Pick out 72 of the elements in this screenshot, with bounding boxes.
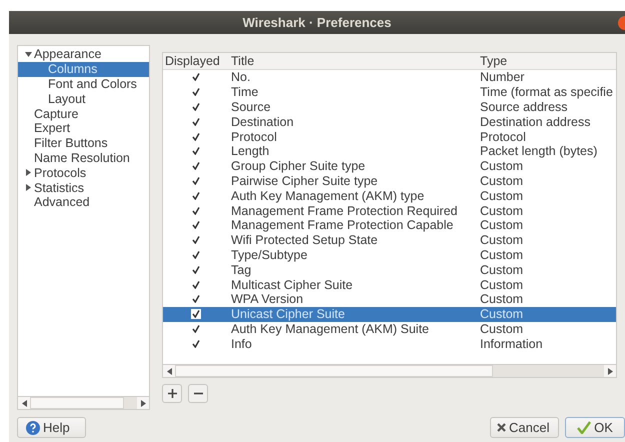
table-cell-text: Info — [230, 336, 253, 351]
tree-item[interactable]: Capture — [34, 106, 80, 121]
help-icon — [26, 420, 40, 434]
table-cell-text: Group Cipher Suite type — [230, 159, 366, 174]
help-button[interactable]: Help — [17, 417, 86, 438]
table-cell-text: Management Frame Protection Required — [230, 204, 459, 218]
table-cell-text: Unicast Cipher Suite — [230, 307, 346, 322]
table-cell-text: Source — [230, 100, 272, 114]
table-cell-text: Management Frame Protection Capable — [230, 218, 454, 232]
remove-button[interactable] — [188, 384, 208, 403]
table-cell-text: Custom — [479, 174, 524, 188]
horizontal-scrollbar[interactable] — [18, 396, 149, 409]
column-header[interactable]: Displayed — [163, 54, 228, 68]
close-icon[interactable] — [618, 16, 625, 30]
tree-item[interactable]: Font and Colors — [48, 76, 139, 91]
table-cell-text: Length — [230, 144, 270, 158]
table-cell-text: Time (format as specifie — [479, 85, 614, 100]
table-cell-text: Custom — [479, 322, 524, 336]
tree-item[interactable]: Advanced — [34, 195, 92, 210]
scroll-right-icon[interactable] — [608, 368, 612, 374]
scroll-right-icon[interactable] — [140, 400, 146, 406]
expanded-arrow-icon[interactable] — [24, 52, 32, 57]
tree-item[interactable]: Filter Buttons — [34, 136, 110, 150]
table-cell-text: Custom — [479, 248, 524, 262]
table-cell-text: Protocol — [230, 130, 278, 144]
table-cell-text: Auth Key Management (AKM) type — [230, 188, 426, 203]
table-cell-text: No. — [230, 70, 252, 84]
table-cell-text: Custom — [479, 159, 524, 174]
table-cell-text: Information — [479, 336, 544, 351]
tree-item[interactable]: Layout — [48, 92, 88, 106]
cancel-button[interactable]: Cancel — [490, 417, 559, 438]
add-button[interactable] — [162, 384, 182, 403]
table-cell-text: Time — [230, 85, 260, 100]
table-cell-text: Custom — [479, 307, 524, 322]
column-header[interactable]: Title — [228, 54, 479, 68]
tree-item[interactable]: Protocols — [34, 166, 88, 180]
table-cell-text: Tag — [230, 262, 252, 277]
collapsed-arrow-icon[interactable] — [26, 169, 30, 176]
table-cell-text: Multicast Cipher Suite — [230, 278, 354, 292]
table-cell-text: Custom — [479, 262, 524, 277]
table-cell-text: Number — [479, 70, 526, 84]
table-cell-text: Type/Subtype — [230, 248, 308, 262]
tree-item[interactable]: Statistics — [34, 180, 86, 195]
checked-checkbox[interactable] — [190, 309, 200, 320]
table-cell-text: WPA Version — [230, 292, 304, 306]
close-icon — [497, 423, 506, 432]
table-cell-text: Custom — [479, 292, 524, 306]
table-cell-text: Pairwise Cipher Suite type — [230, 174, 379, 188]
tree-item[interactable]: Name Resolution — [34, 150, 132, 165]
scroll-left-icon[interactable] — [22, 400, 26, 406]
table-cell-text: Auth Key Management (AKM) Suite — [230, 322, 430, 336]
horizontal-scrollbar[interactable] — [163, 364, 616, 377]
table-cell-text: Custom — [479, 204, 524, 218]
table-cell-text: Destination address — [479, 114, 592, 129]
table-cell-text: Custom — [479, 188, 524, 203]
column-header[interactable]: Type — [479, 54, 616, 68]
table-cell-text: Protocol — [479, 130, 527, 144]
table-cell-text: Custom — [479, 278, 524, 292]
tree-item[interactable]: Expert — [34, 121, 72, 136]
table-cell-text: Packet length (bytes) — [479, 144, 598, 158]
table-cell-text: Custom — [479, 233, 524, 248]
checkmark-icon — [577, 421, 592, 434]
plus-icon — [168, 389, 176, 398]
window-title: Wireshark · Preferences — [242, 15, 392, 30]
table-cell-text: Source address — [479, 100, 569, 114]
scroll-left-icon[interactable] — [166, 368, 172, 374]
tree-item[interactable]: Appearance — [34, 47, 104, 62]
ok-button[interactable]: OK — [565, 417, 625, 438]
collapsed-arrow-icon[interactable] — [26, 184, 30, 192]
table-cell-text: Custom — [479, 218, 524, 232]
table-cell-text: Destination — [230, 114, 295, 129]
table-cell-text: Wifi Protected Setup State — [230, 233, 379, 248]
